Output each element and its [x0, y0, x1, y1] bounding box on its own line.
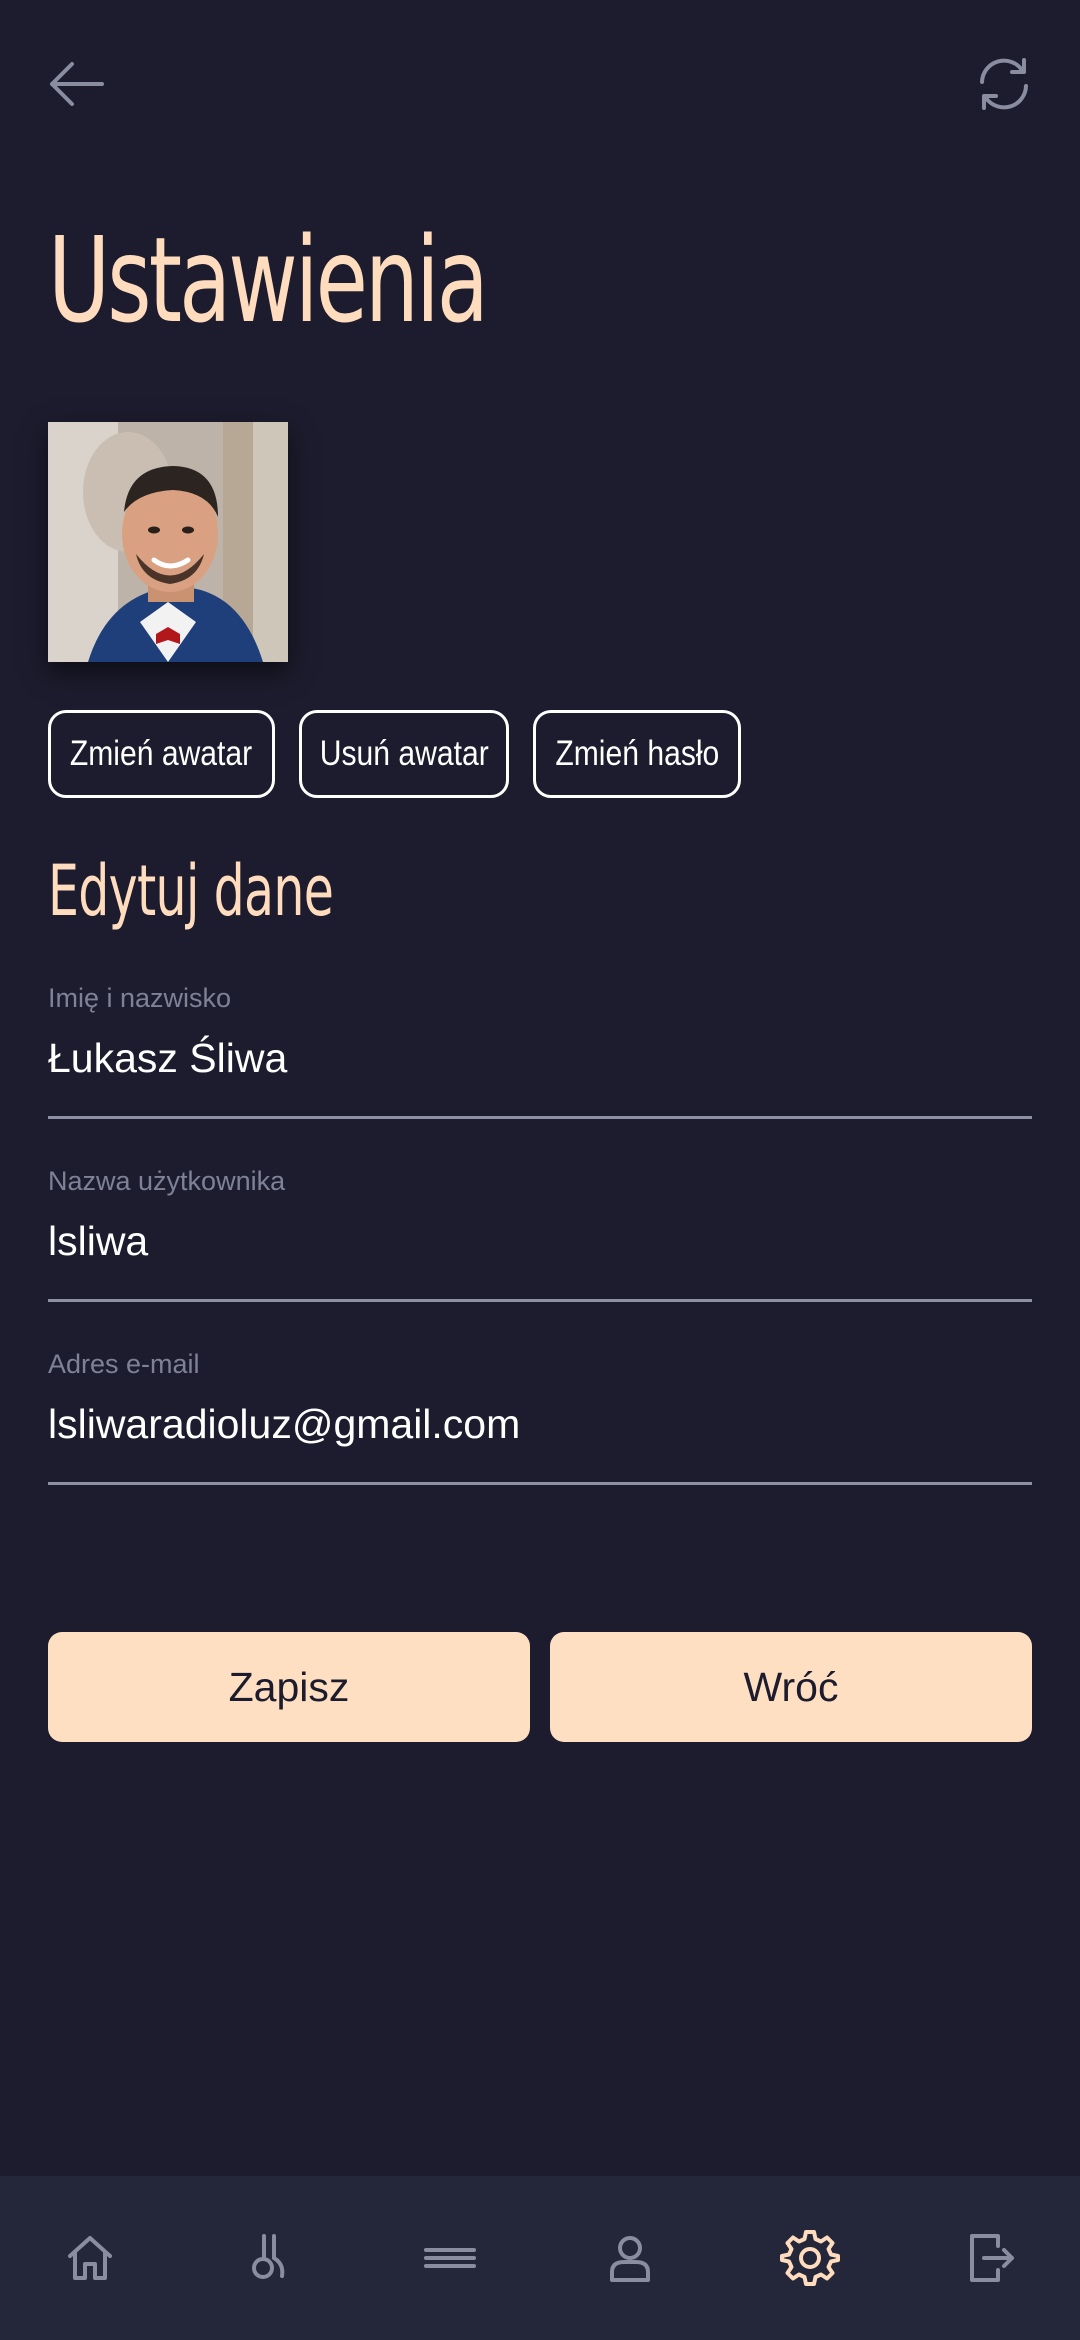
nav-item-menu[interactable] [360, 2176, 540, 2340]
avatar-photo [48, 422, 288, 662]
avatar [48, 422, 288, 662]
menu-icon [424, 2248, 476, 2268]
home-icon [68, 2236, 112, 2280]
arrow-left-icon[interactable] [44, 52, 108, 116]
refresh-icon[interactable] [972, 52, 1036, 116]
nav-item-home[interactable] [0, 2176, 180, 2340]
back-button[interactable]: Wróć [550, 1632, 1032, 1742]
field-label: Adres e-mail [48, 1349, 200, 1379]
field-label: Nazwa użytkownika [48, 1166, 286, 1196]
email-input[interactable]: lsliwaradioluz@gmail.com [48, 1401, 520, 1448]
username-input[interactable]: lsliwa [48, 1218, 148, 1265]
logout-icon [970, 2234, 1014, 2282]
page-title: Ustawienia [48, 211, 489, 349]
user-icon [610, 2236, 650, 2282]
gear-icon [780, 2230, 840, 2286]
change-password-button[interactable]: Zmień hasło [533, 710, 741, 798]
nav-item-settings[interactable] [720, 2176, 900, 2340]
bottom-nav [0, 2176, 1080, 2340]
remove-avatar-button[interactable]: Usuń awatar [299, 710, 509, 798]
field-underline [48, 1482, 1032, 1485]
field-underline [48, 1116, 1032, 1119]
nav-item-microphone[interactable] [180, 2176, 360, 2340]
microphone-icon [252, 2234, 285, 2279]
save-button[interactable]: Zapisz [48, 1632, 530, 1742]
field-label: Imię i nazwisko [48, 983, 232, 1013]
field-underline [48, 1299, 1032, 1302]
nav-item-logout[interactable] [900, 2176, 1080, 2340]
name-input[interactable]: Łukasz Śliwa [48, 1035, 287, 1082]
change-avatar-button[interactable]: Zmień awatar [48, 710, 275, 798]
section-title: Edytuj dane [48, 850, 334, 932]
nav-item-profile[interactable] [540, 2176, 720, 2340]
